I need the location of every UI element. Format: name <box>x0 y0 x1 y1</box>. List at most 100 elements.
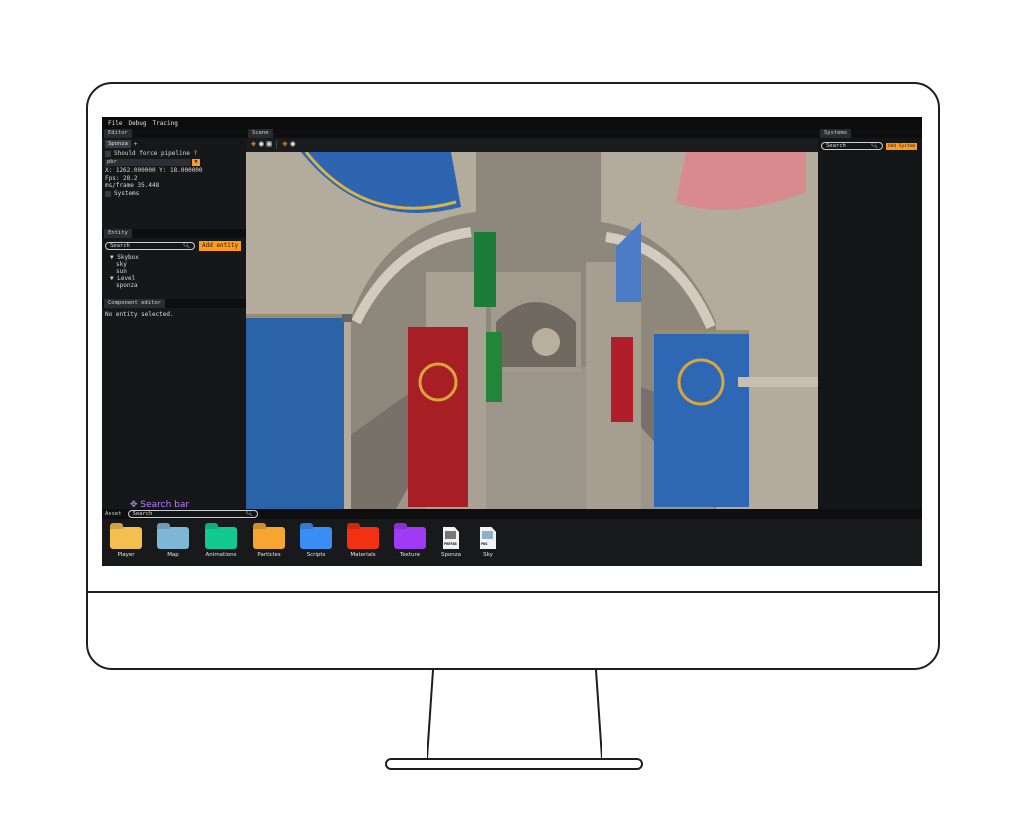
editor-header: Editor <box>102 129 246 138</box>
menu-tracing[interactable]: Tracing <box>153 120 178 127</box>
app-screen: File Debug Tracing Editor Sponza + Shoul… <box>102 117 922 566</box>
editor-body: Sponza + Should force pipeline ? pbr ▼ X… <box>102 138 246 200</box>
systems-row: Systems <box>105 190 243 198</box>
asset-label: Asset <box>105 511 122 517</box>
editor-tab[interactable]: Editor <box>104 129 132 138</box>
asset-search-placeholder: Search <box>132 511 153 517</box>
asset-browser: Player Map Animations Particles Scripts … <box>102 519 922 566</box>
entity-header: Entity <box>102 229 246 238</box>
scene-panel: Scene ✥ ◉ ▣ ✥ ◉ <box>246 129 818 509</box>
scene-header: Scene <box>246 129 818 138</box>
editor-panel: Editor Sponza + Should force pipeline ? … <box>102 129 246 233</box>
add-entity-button[interactable]: Add entity <box>199 241 242 251</box>
asset-item-materials[interactable]: Materials <box>343 527 383 558</box>
scene-tab-row: Sponza + <box>105 140 243 148</box>
component-editor-tab[interactable]: Component editor <box>104 299 165 308</box>
systems-search-input[interactable]: Search 🔍︎ <box>821 142 883 150</box>
search-icon: 🔍︎ <box>245 511 253 517</box>
scene-toolbar: ✥ ◉ ▣ ✥ ◉ <box>246 138 818 150</box>
scene-tab[interactable]: Scene <box>248 129 273 138</box>
pipeline-select[interactable]: pbr <box>105 159 191 166</box>
add-system-button[interactable]: Add System <box>886 142 918 150</box>
systems-search-row: Search 🔍︎ Add System <box>818 138 922 153</box>
chevron-down-icon[interactable]: ▼ <box>192 159 200 166</box>
file-tag: PREFAB <box>444 542 457 546</box>
tree-node-sun[interactable]: sun <box>110 268 246 275</box>
scale-icon[interactable]: ▣ <box>267 140 272 148</box>
systems-tab[interactable]: Systems <box>820 129 852 138</box>
entity-tab[interactable]: Entity <box>104 229 132 238</box>
asset-name: Materials <box>350 552 376 558</box>
file-thumbnail <box>445 531 456 539</box>
tree-node-level[interactable]: ▼ Level <box>110 275 246 282</box>
monitor-stand <box>427 670 602 759</box>
search-icon: 🔍︎ <box>871 143 878 149</box>
tree-node-skybox[interactable]: ▼ Skybox <box>110 254 246 261</box>
move-icon[interactable]: ✥ <box>251 140 256 148</box>
folder-icon <box>205 527 237 549</box>
menu-file[interactable]: File <box>108 120 122 127</box>
rotate-icon[interactable]: ◉ <box>259 140 264 148</box>
folder-icon <box>110 527 142 549</box>
fps-readout: Fps: 28.2 <box>105 174 138 182</box>
local-move-icon[interactable]: ✥ <box>282 140 287 148</box>
ms-frame-readout: ms/frame 35.448 <box>105 182 160 189</box>
asset-item-animations[interactable]: Animations <box>201 527 241 558</box>
asset-search-input[interactable]: Search 🔍︎ <box>127 510 258 518</box>
scene-tab-sponza[interactable]: Sponza <box>105 140 131 148</box>
folder-icon <box>394 527 426 549</box>
asset-item-map[interactable]: Map <box>153 527 193 558</box>
asset-name: Sky <box>483 552 493 558</box>
menu-debug[interactable]: Debug <box>128 120 146 127</box>
toolbar-separator <box>276 139 278 149</box>
systems-label: Systems <box>114 189 140 197</box>
folder-icon <box>157 527 189 549</box>
asset-item-player[interactable]: Player <box>106 527 146 558</box>
entity-search-input[interactable]: Search 🔍︎ <box>105 242 195 250</box>
asset-name: Scripts <box>306 552 326 558</box>
file-tag: PNG <box>481 542 488 546</box>
asset-name: Map <box>167 552 179 558</box>
prefab-file-icon: PREFAB <box>443 527 459 549</box>
force-pipeline-checkbox[interactable] <box>105 151 111 157</box>
asset-bar: Asset Search 🔍︎ <box>102 509 922 519</box>
component-editor-panel: Component editor No entity selected. <box>102 299 246 509</box>
tree-node-sky[interactable]: sky <box>110 261 246 268</box>
sponza-render <box>246 151 818 509</box>
entity-search-placeholder: Search <box>110 243 130 249</box>
folder-icon <box>347 527 379 549</box>
search-bar-annotation: ✥ Search bar <box>130 500 190 510</box>
png-file-icon: PNG <box>480 527 496 549</box>
no-entity-text: No entity selected. <box>105 311 174 318</box>
folder-icon <box>253 527 285 549</box>
world-icon[interactable]: ◉ <box>290 140 295 148</box>
systems-search-placeholder: Search <box>826 143 846 149</box>
file-thumbnail <box>482 531 493 539</box>
force-pipeline-row: Should force pipeline ? <box>105 150 243 158</box>
asset-item-particles[interactable]: Particles <box>249 527 289 558</box>
component-editor-header: Component editor <box>102 299 246 308</box>
entity-panel: Entity Search 🔍︎ Add entity ▼ Skybox sky… <box>102 229 246 299</box>
folder-icon <box>300 527 332 549</box>
asset-name: Sponza <box>440 552 462 558</box>
pipeline-combo-row: pbr ▼ <box>105 159 243 166</box>
asset-item-scripts[interactable]: Scripts <box>296 527 336 558</box>
monitor-base <box>385 758 643 770</box>
add-scene-button[interactable]: + <box>134 141 138 148</box>
menu-bar: File Debug Tracing <box>102 117 922 129</box>
cursor-coords: X: 1262.000000 Y: 18.000000 <box>105 167 203 174</box>
entity-tree: ▼ Skybox sky sun ▼ Level sponza <box>102 254 246 289</box>
tree-node-sponza[interactable]: sponza <box>110 282 246 289</box>
asset-item-texture[interactable]: Texture <box>390 527 430 558</box>
scene-viewport[interactable] <box>246 151 818 509</box>
monitor-chin-line <box>86 591 940 593</box>
systems-panel: Systems Search 🔍︎ Add System <box>818 129 922 509</box>
asset-name: Particles <box>257 552 281 558</box>
force-pipeline-label: Should force pipeline ? <box>114 150 198 157</box>
systems-header: Systems <box>818 129 922 138</box>
asset-name: Player <box>117 552 135 558</box>
asset-item-sponza[interactable]: PREFAB Sponza <box>431 527 471 558</box>
systems-checkbox[interactable] <box>105 190 111 197</box>
asset-item-sky[interactable]: PNG Sky <box>468 527 508 558</box>
asset-name: Texture <box>399 552 421 558</box>
